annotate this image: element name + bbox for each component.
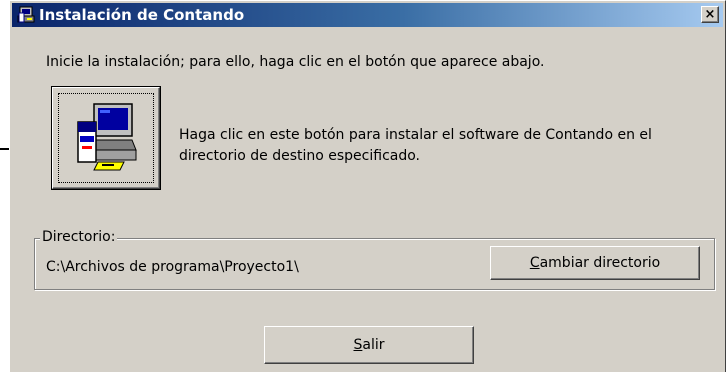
install-description: Haga clic en este botón para instalar el…	[179, 127, 652, 164]
directory-group: Directorio: C:\Archivos de programa\Proy…	[34, 229, 715, 290]
exit-label: alir	[362, 337, 385, 353]
close-button[interactable]: ×	[701, 6, 719, 23]
setup-window: Instalación de Contando × Inicie la inst…	[9, 0, 726, 372]
exit-mnemonic: S	[353, 337, 363, 353]
change-directory-button[interactable]: Cambiar directorio	[490, 246, 700, 280]
change-directory-mnemonic: C	[529, 255, 540, 271]
setup-app-icon	[17, 6, 35, 23]
instruction-text: Inicie la instalación; para ello, haga c…	[46, 54, 545, 70]
directory-path: C:\Archivos de programa\Proyecto1\	[46, 259, 299, 275]
computer-setup-icon	[77, 103, 137, 171]
directory-group-label: Directorio:	[40, 229, 118, 245]
stray-line	[0, 148, 9, 150]
change-directory-label: ambiar directorio	[539, 255, 661, 271]
install-button[interactable]	[51, 86, 161, 190]
title-bar[interactable]: Instalación de Contando ×	[12, 3, 723, 27]
window-title: Instalación de Contando	[39, 6, 245, 24]
exit-button[interactable]: Salir	[264, 326, 474, 364]
close-icon: ×	[704, 7, 716, 22]
